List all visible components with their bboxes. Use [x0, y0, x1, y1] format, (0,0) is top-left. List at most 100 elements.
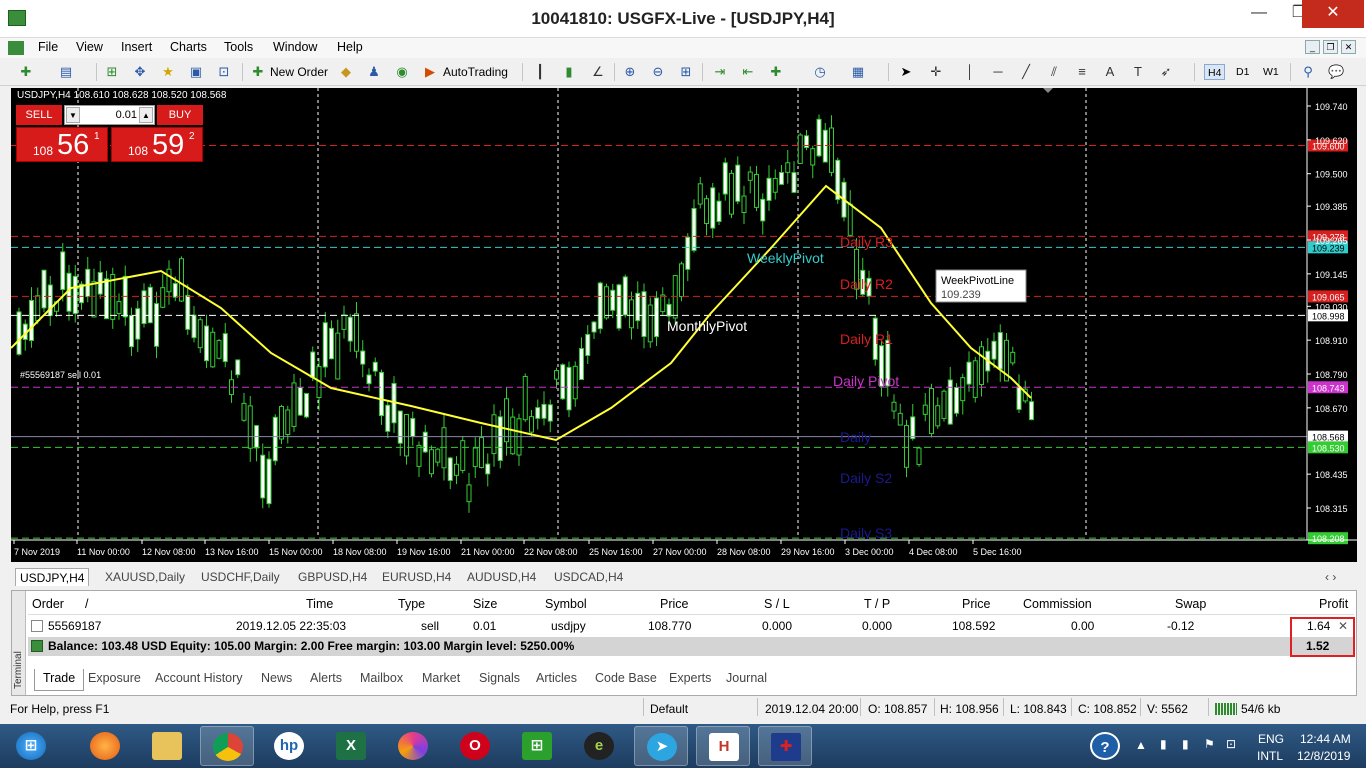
tile-windows-icon[interactable]: ⊞: [678, 64, 694, 80]
language-primary[interactable]: ENG: [1258, 732, 1284, 746]
order-sl[interactable]: 0.000: [762, 617, 792, 636]
taskbar-app-spiral[interactable]: [386, 726, 440, 766]
tab-code-base[interactable]: Code Base: [595, 671, 657, 685]
taskbar-telegram[interactable]: ➤: [634, 726, 688, 766]
close-button[interactable]: ✕: [1302, 0, 1364, 28]
templates-icon[interactable]: ▦: [850, 64, 866, 80]
tab-usdchf-daily[interactable]: USDCHF,Daily: [197, 568, 284, 586]
lot-increase-button[interactable]: ▲: [139, 107, 153, 123]
col-sl[interactable]: S / L: [764, 593, 790, 615]
candlestick-icon[interactable]: ▮: [561, 64, 577, 80]
zoom-out-icon[interactable]: ⊖: [650, 64, 666, 80]
taskbar-h-app[interactable]: H: [696, 726, 750, 766]
taskbar-firefox[interactable]: [78, 726, 132, 766]
taskbar-store[interactable]: ⊞: [510, 726, 564, 766]
menu-view[interactable]: View: [76, 40, 103, 54]
network-icon[interactable]: ⊡: [1226, 737, 1236, 751]
mdi-close-button[interactable]: ✕: [1341, 40, 1356, 54]
col-type[interactable]: Type: [398, 593, 425, 615]
signal-icon[interactable]: ▮: [1182, 737, 1189, 751]
autotrading-button[interactable]: AutoTrading: [443, 62, 508, 82]
search-icon[interactable]: ⚲: [1300, 64, 1316, 80]
terminal-icon[interactable]: ▣: [188, 64, 204, 80]
tab-experts[interactable]: Experts: [669, 671, 711, 685]
new-order-button[interactable]: New Order: [270, 62, 328, 82]
timeframe-w1[interactable]: W1: [1260, 64, 1282, 80]
navigator-icon[interactable]: ★: [160, 64, 176, 80]
tab-eurusd-h4[interactable]: EURUSD,H4: [378, 568, 455, 586]
help-icon[interactable]: ?: [1090, 732, 1120, 760]
chart-window[interactable]: 109.600 109.278 109.239 109.065 108.998 108.7…: [11, 88, 1357, 562]
tab-usdjpy-h4[interactable]: USDJPY,H4: [15, 568, 90, 586]
taskbar-excel[interactable]: X: [324, 726, 378, 766]
mdi-restore-button[interactable]: ❐: [1323, 40, 1338, 54]
tab-market[interactable]: Market: [422, 671, 460, 685]
sell-price-button[interactable]: 108 56 1: [16, 127, 108, 162]
tab-mailbox[interactable]: Mailbox: [360, 671, 403, 685]
col-time[interactable]: Time: [306, 593, 333, 615]
tab-account-history[interactable]: Account History: [155, 671, 243, 685]
tab-signals[interactable]: Signals: [479, 671, 520, 685]
new-order-icon[interactable]: ✚: [250, 64, 266, 80]
autoscroll-icon[interactable]: ⇥: [712, 64, 728, 80]
strategy-tester-icon[interactable]: ⊡: [216, 64, 232, 80]
col-profit[interactable]: Profit: [1319, 593, 1348, 615]
tab-audusd-h4[interactable]: AUDUSD,H4: [463, 568, 540, 586]
taskbar-chrome[interactable]: [200, 726, 254, 766]
tab-news[interactable]: News: [261, 671, 292, 685]
price-chart[interactable]: 109.600109.278109.239109.065108.998108.7…: [11, 88, 1357, 562]
start-button[interactable]: ⊞: [4, 726, 58, 766]
language-secondary[interactable]: INTL: [1257, 749, 1283, 763]
data-window-icon[interactable]: ✥: [132, 64, 148, 80]
timeframe-h4[interactable]: H4: [1204, 64, 1226, 80]
crosshair-icon[interactable]: ✛: [928, 64, 944, 80]
horizontal-line-icon[interactable]: ─: [990, 64, 1006, 80]
taskbar-opera[interactable]: O: [448, 726, 502, 766]
cursor-icon[interactable]: ➤: [898, 64, 914, 80]
trendline-icon[interactable]: ╱: [1018, 64, 1034, 80]
tab-journal[interactable]: Journal: [726, 671, 767, 685]
taskbar-uk-flag-app[interactable]: ✚: [758, 726, 812, 766]
text-icon[interactable]: A: [1102, 64, 1118, 80]
menu-charts[interactable]: Charts: [170, 40, 207, 54]
indicators-icon[interactable]: ✚: [768, 64, 784, 80]
menu-insert[interactable]: Insert: [121, 40, 152, 54]
profiles-icon[interactable]: ▤: [58, 64, 74, 80]
text-label-icon[interactable]: T: [1130, 64, 1146, 80]
chart-shift-icon[interactable]: ⇤: [740, 64, 756, 80]
col-price[interactable]: Price: [660, 593, 688, 615]
buy-price-button[interactable]: 108 59 2: [111, 127, 203, 162]
col-size[interactable]: Size: [473, 593, 497, 615]
order-tp[interactable]: 0.000: [862, 617, 892, 636]
tab-xauusd-daily[interactable]: XAUUSD,Daily: [101, 568, 189, 586]
col-symbol[interactable]: Symbol: [545, 593, 587, 615]
menu-help[interactable]: Help: [337, 40, 363, 54]
tab-trade[interactable]: Trade: [34, 669, 85, 691]
zoom-in-icon[interactable]: ⊕: [622, 64, 638, 80]
menu-window[interactable]: Window: [273, 40, 317, 54]
flag-icon[interactable]: ⚑: [1204, 737, 1215, 751]
arrows-icon[interactable]: ➶: [1158, 64, 1174, 80]
sell-button[interactable]: SELL: [16, 105, 62, 125]
col-current-price[interactable]: Price: [962, 593, 990, 615]
tab-alerts[interactable]: Alerts: [310, 671, 342, 685]
col-order[interactable]: Order: [32, 593, 64, 615]
bar-chart-icon[interactable]: ┃: [532, 64, 548, 80]
market-watch-icon[interactable]: ⊞: [104, 64, 120, 80]
tab-articles[interactable]: Articles: [536, 671, 577, 685]
battery-icon[interactable]: ▮: [1160, 737, 1167, 751]
chat-icon[interactable]: 💬: [1328, 64, 1344, 80]
col-tp[interactable]: T / P: [864, 593, 890, 615]
taskbar-etisalat[interactable]: e: [572, 726, 626, 766]
tab-gbpusd-h4[interactable]: GBPUSD,H4: [294, 568, 371, 586]
clock-time[interactable]: 12:44 AM: [1300, 732, 1351, 746]
autotrading-icon[interactable]: ▶: [422, 64, 438, 80]
tabs-scroll-arrows[interactable]: ‹ ›: [1321, 568, 1340, 586]
order-row[interactable]: 55569187 2019.12.05 22:35:03 sell 0.01 u…: [28, 617, 1354, 636]
tray-expand-icon[interactable]: ▲: [1135, 738, 1147, 752]
clock-date[interactable]: 12/8/2019: [1297, 749, 1350, 763]
col-swap[interactable]: Swap: [1175, 593, 1206, 615]
tab-usdcad-h4[interactable]: USDCAD,H4: [550, 568, 627, 586]
lot-decrease-button[interactable]: ▼: [66, 107, 80, 123]
lot-input[interactable]: [81, 107, 137, 123]
